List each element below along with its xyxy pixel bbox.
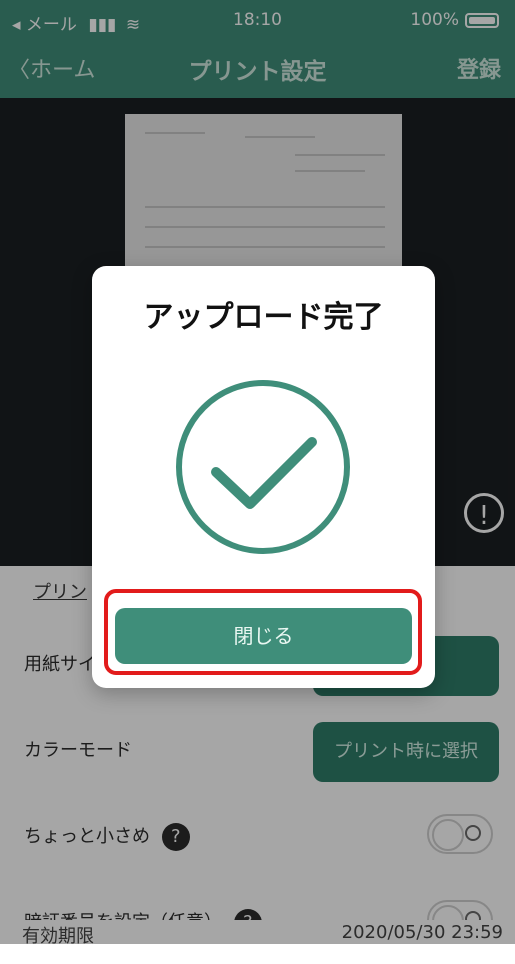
dialog-title: アップロード完了 bbox=[143, 300, 384, 335]
close-button[interactable]: 閉じる bbox=[115, 608, 412, 664]
check-circle-icon bbox=[172, 376, 354, 558]
check-circle-svg bbox=[176, 380, 350, 554]
